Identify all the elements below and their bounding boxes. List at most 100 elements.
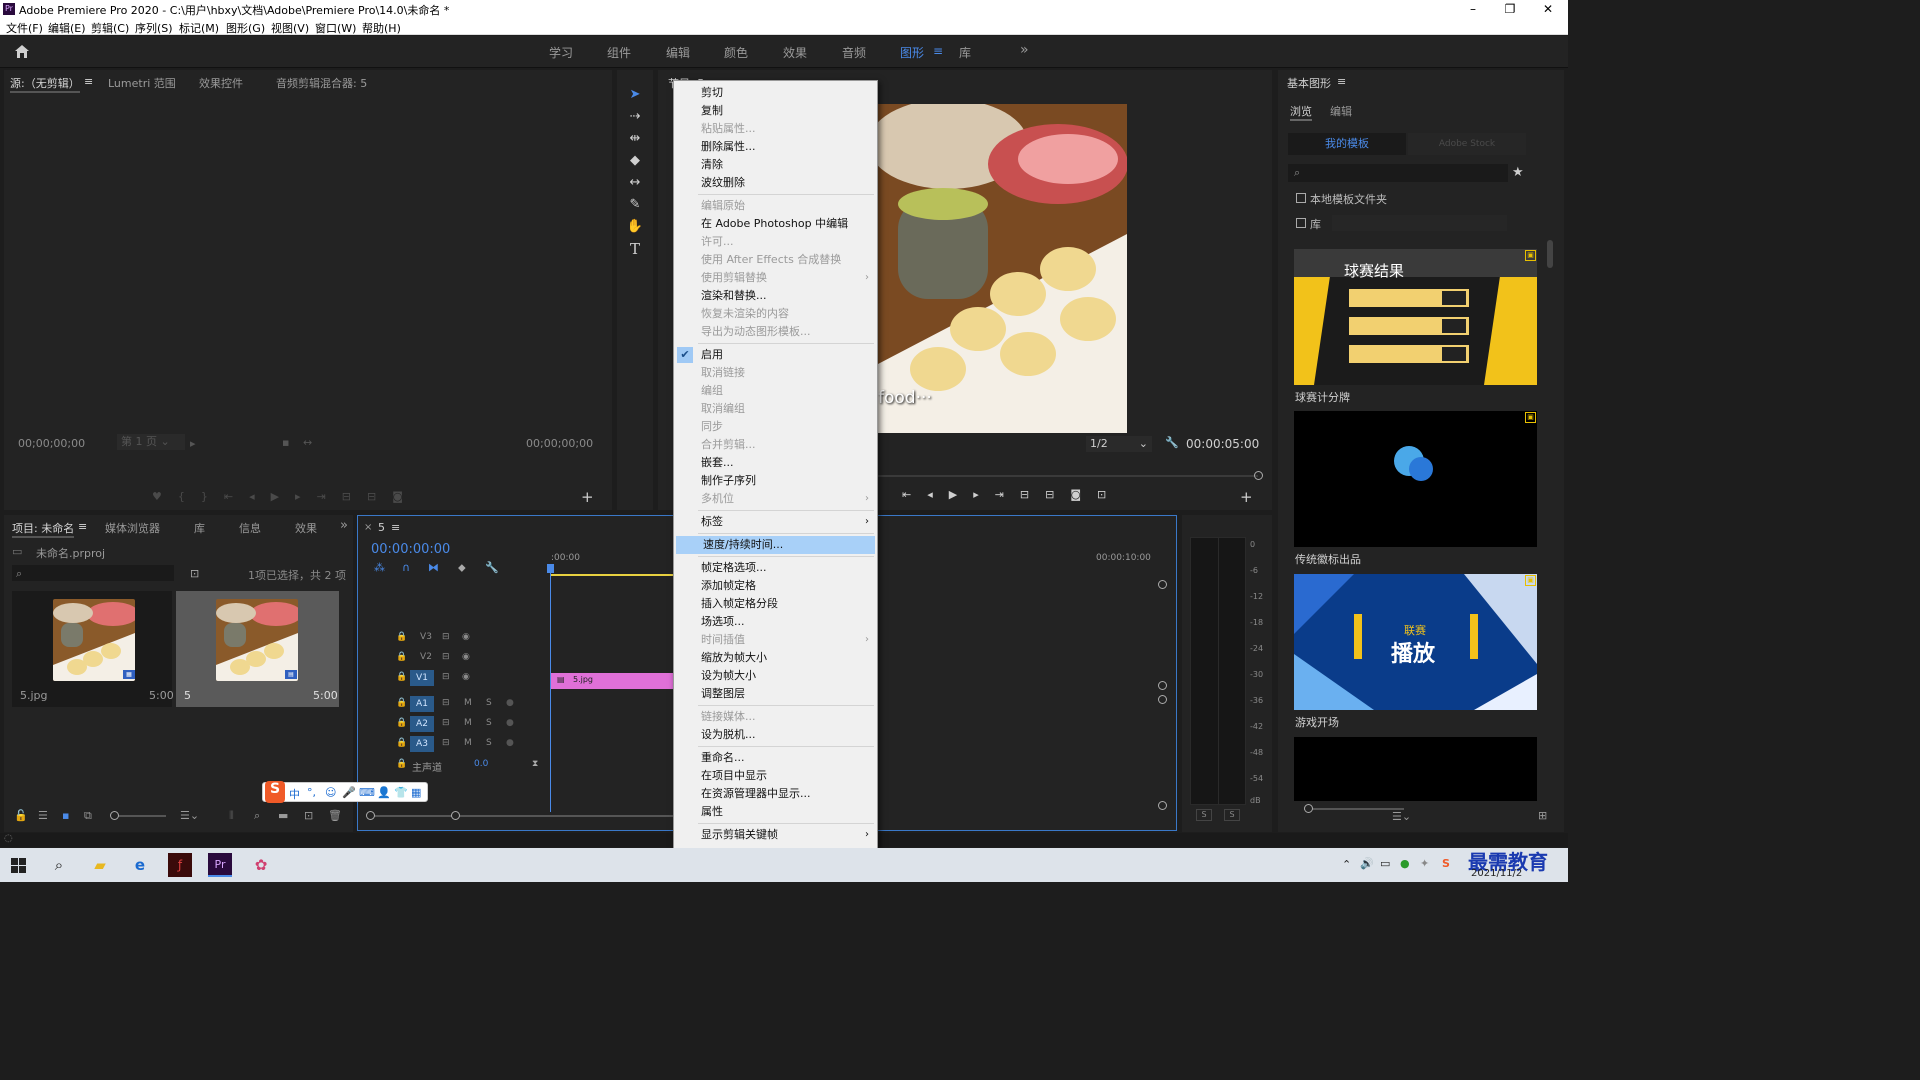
- tray-ime-icon[interactable]: S: [1442, 857, 1450, 870]
- drawing-app-icon[interactable]: ✿: [249, 853, 273, 877]
- context-menu-item[interactable]: 波纹删除: [674, 174, 877, 192]
- timeline-clip[interactable]: ▤ 5.jpg: [551, 673, 675, 689]
- context-menu-item[interactable]: 标签 ›: [674, 513, 877, 531]
- ripple-edit-tool-icon[interactable]: ⇹: [626, 130, 644, 148]
- ime-user-icon[interactable]: 👤: [377, 786, 391, 799]
- timeline-close-icon[interactable]: ×: [364, 522, 372, 533]
- selection-tool-icon[interactable]: ➤: [626, 86, 644, 104]
- context-menu-item[interactable]: 在项目中显示: [674, 767, 877, 785]
- sync-lock-icon[interactable]: ⊟: [442, 672, 450, 682]
- sort-icons-icon[interactable]: ☰⌄: [180, 809, 199, 822]
- context-menu-item[interactable]: 设为帧大小: [674, 667, 877, 685]
- new-bin-from-search-icon[interactable]: ⊡: [190, 567, 199, 580]
- workspace-assembly[interactable]: 组件: [607, 44, 631, 61]
- ime-voice-icon[interactable]: 🎤: [342, 786, 356, 799]
- source-add-button[interactable]: +: [581, 488, 594, 506]
- track-target-v1[interactable]: V1: [410, 670, 434, 686]
- project-search-input[interactable]: [12, 565, 174, 581]
- context-menu-item[interactable]: 渲染和替换...: [674, 287, 877, 305]
- network-icon[interactable]: ▭: [1380, 857, 1390, 870]
- tab-sequence[interactable]: 5: [378, 521, 385, 534]
- project-more-icon[interactable]: »: [340, 518, 348, 533]
- track-label[interactable]: V2: [416, 652, 436, 662]
- minimize-button[interactable]: –: [1455, 0, 1491, 18]
- context-menu-item[interactable]: 缩放为帧大小: [674, 649, 877, 667]
- context-menu-item[interactable]: 在资源管理器中显示...: [674, 785, 877, 803]
- menu-sequence[interactable]: 序列(S): [135, 20, 173, 36]
- ime-emoji-icon[interactable]: ☺: [325, 786, 336, 799]
- page-select[interactable]: 第 1 页 ⌄: [117, 434, 185, 450]
- template-logo[interactable]: ▣: [1294, 411, 1537, 547]
- sync-lock-icon[interactable]: ⊟: [442, 698, 450, 708]
- tab-lumetri-scopes[interactable]: Lumetri 范围: [108, 75, 176, 91]
- work-area-bar[interactable]: [550, 574, 675, 576]
- eye-icon[interactable]: ◉: [462, 672, 470, 682]
- h-scroll-right-handle[interactable]: [451, 811, 460, 820]
- a-scroll-handle[interactable]: [1158, 695, 1167, 704]
- tab-project[interactable]: 项目: 未命名: [12, 520, 75, 538]
- context-menu-item[interactable]: 添加帧定格: [674, 577, 877, 595]
- add-marker-icon[interactable]: ⬥: [458, 561, 466, 575]
- tab-effect-controls[interactable]: 效果控件: [199, 75, 243, 91]
- scrollbar-thumb[interactable]: [1547, 240, 1553, 268]
- home-icon[interactable]: [14, 44, 30, 59]
- context-menu-item[interactable]: 嵌套...: [674, 454, 877, 472]
- sogou-icon[interactable]: S: [265, 781, 285, 803]
- context-menu-item[interactable]: 显示剪辑关键帧 ›: [674, 826, 877, 844]
- windows-start-icon[interactable]: [11, 858, 26, 873]
- context-menu-item[interactable]: 在 Adobe Photoshop 中编辑: [674, 215, 877, 233]
- lock-icon[interactable]: 🔒: [396, 632, 407, 642]
- menu-marker[interactable]: 标记(M): [179, 20, 219, 36]
- context-menu-item[interactable]: 属性: [674, 803, 877, 821]
- project-item-selected[interactable]: ▤ 5 5:00: [176, 591, 339, 707]
- new-bin-icon[interactable]: ▬: [278, 809, 288, 822]
- workspace-more-icon[interactable]: »: [1020, 42, 1029, 58]
- new-item-icon[interactable]: ⊡: [304, 809, 313, 822]
- file-explorer-icon[interactable]: ▰: [88, 853, 112, 877]
- essential-graphics-menu-icon[interactable]: ≡: [1337, 75, 1346, 88]
- mute-button[interactable]: M: [464, 718, 472, 728]
- ime-toolbar[interactable]: S 中 °, ☺ 🎤 ⌨ 👤 👕 ▦: [262, 781, 428, 803]
- menu-edit[interactable]: 编辑(E): [48, 20, 86, 36]
- settings-wrench-icon[interactable]: 🔧: [1165, 436, 1179, 449]
- template-scoreboard[interactable]: 球赛结果 ▣: [1294, 249, 1537, 385]
- master-end-icon[interactable]: ⧗: [532, 759, 538, 769]
- ime-skin-icon[interactable]: 👕: [394, 786, 408, 799]
- program-scrubber[interactable]: [878, 475, 1258, 477]
- meter-solo-right-button[interactable]: S: [1224, 809, 1240, 821]
- mic-icon[interactable]: ●: [506, 698, 514, 708]
- meter-solo-left-button[interactable]: S: [1196, 809, 1212, 821]
- tab-effects[interactable]: 效果: [295, 520, 317, 536]
- context-menu-item[interactable]: 剪切: [674, 84, 877, 102]
- context-menu-item[interactable]: 设为脱机...: [674, 726, 877, 744]
- workspace-menu-icon[interactable]: ≡: [933, 44, 943, 58]
- automate-icon[interactable]: ⦀: [229, 809, 234, 823]
- playhead-handle[interactable]: [547, 564, 554, 573]
- lock-icon[interactable]: 🔓: [14, 809, 28, 822]
- workspace-color[interactable]: 颜色: [724, 44, 748, 61]
- lock-icon[interactable]: 🔒: [396, 698, 407, 708]
- zoom-select[interactable]: 1/2 ⌄: [1086, 436, 1152, 452]
- workspace-libraries[interactable]: 库: [959, 44, 971, 61]
- local-templates-checkbox[interactable]: [1296, 193, 1306, 203]
- security-icon[interactable]: ●: [1400, 857, 1410, 870]
- type-tool-icon[interactable]: T: [626, 240, 644, 258]
- context-menu-item[interactable]: 删除属性...: [674, 138, 877, 156]
- tab-audio-clip-mixer[interactable]: 音频剪辑混合器: 5: [276, 75, 367, 91]
- tab-browse[interactable]: 浏览: [1290, 103, 1312, 121]
- workspace-editing[interactable]: 编辑: [666, 44, 690, 61]
- library-checkbox[interactable]: [1296, 218, 1306, 228]
- context-menu-item[interactable]: 清除: [674, 156, 877, 174]
- taskbar-search-icon[interactable]: ⌕: [47, 853, 71, 877]
- icon-view-icon[interactable]: ▪: [62, 809, 69, 822]
- menu-help[interactable]: 帮助(H): [362, 20, 401, 36]
- workspace-audio[interactable]: 音频: [842, 44, 866, 61]
- program-add-button[interactable]: +: [1240, 488, 1253, 506]
- tray-chevron-icon[interactable]: ⌃: [1342, 858, 1351, 871]
- eye-icon[interactable]: ◉: [462, 652, 470, 662]
- menu-window[interactable]: 窗口(W): [315, 20, 356, 36]
- menu-clip[interactable]: 剪辑(C): [91, 20, 129, 36]
- restore-button[interactable]: ❐: [1492, 0, 1528, 18]
- program-transport-controls[interactable]: ⇤◂▶▸⇥⊟⊟◙⊡: [902, 488, 1152, 502]
- mute-button[interactable]: M: [464, 738, 472, 748]
